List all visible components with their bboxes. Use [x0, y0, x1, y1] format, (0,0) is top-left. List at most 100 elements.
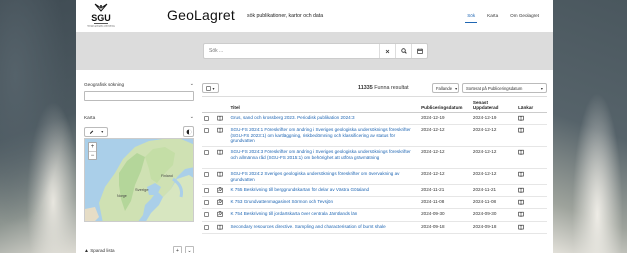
published-date: 2024-12-12 — [419, 124, 471, 148]
logo-text: SGU — [91, 13, 111, 23]
book-open-icon[interactable] — [518, 187, 524, 193]
column-published[interactable]: Publiceringsdatum — [419, 99, 471, 113]
layer-button[interactable] — [183, 126, 194, 137]
chevron-down-icon: ⌄ — [189, 81, 194, 87]
result-title-link[interactable]: K 753 Grundvattenmagasinet Sörmon och Te… — [230, 199, 333, 204]
book-open-icon[interactable] — [518, 127, 524, 134]
zoom-out-button[interactable]: − — [89, 151, 96, 159]
published-date: 2024-09-18 — [419, 221, 471, 235]
result-title-link[interactable]: SGU-FS 2024:3 Föreskrifter om ändring i … — [230, 149, 410, 159]
divider — [202, 96, 547, 97]
results-area: ▾ 11335 Funna resultat Fallande ▾ Sortera… — [202, 81, 547, 235]
draw-tool-button[interactable]: ▾ — [84, 126, 108, 137]
search-button[interactable] — [395, 44, 411, 58]
result-title-link[interactable]: K 755 Beskrivning till berggrundskartan … — [230, 187, 369, 192]
brand-title[interactable]: GeoLagret — [167, 7, 235, 23]
map-type-icon — [217, 199, 223, 205]
row-checkbox[interactable] — [204, 150, 209, 156]
table-row[interactable]: K 753 Grundvattenmagasinet Sörmon och Te… — [202, 196, 547, 210]
sgu-logo[interactable]: SGU Sveriges geologiska undersökning — [86, 2, 116, 31]
published-date: 2024-12-12 — [419, 168, 471, 185]
result-title-link[interactable]: Secondary resources directive. Sampling … — [230, 224, 385, 229]
nav-sok[interactable]: Sök — [461, 13, 481, 23]
saved-list-header[interactable]: ▲ Sparad lista + ⌄ — [84, 246, 194, 253]
book-type-icon — [217, 128, 223, 134]
row-checkbox[interactable] — [204, 172, 209, 178]
zoom-in-button[interactable]: + — [89, 143, 96, 151]
map-panel-header[interactable]: Karta ⌄ — [84, 114, 194, 120]
map-label-finland: Finland — [161, 174, 173, 178]
results-table: Titel Publiceringsdatum Senast Uppdatera… — [202, 99, 547, 235]
table-row[interactable]: SGU-FS 2024:1 Föreskrifter om ändring i … — [202, 124, 547, 148]
pencil-icon — [89, 130, 93, 134]
result-title-link[interactable]: Grus, sand och krossberg 2023. Periodisk… — [230, 115, 354, 120]
row-checkbox[interactable] — [204, 128, 209, 134]
results-rows: Grus, sand och krossberg 2023. Periodisk… — [202, 112, 547, 235]
updated-date: 2024-09-18 — [470, 221, 517, 235]
published-date: 2024-11-21 — [419, 184, 471, 198]
updated-date: 2024-09-30 — [470, 208, 517, 222]
background-left — [0, 0, 76, 253]
updated-date: 2024-12-19 — [470, 112, 517, 126]
book-open-icon[interactable] — [518, 115, 524, 121]
row-checkbox[interactable] — [204, 116, 209, 121]
published-date: 2024-12-19 — [419, 112, 471, 126]
search-input[interactable] — [204, 44, 379, 58]
table-row[interactable]: K 755 Beskrivning till berggrundskartan … — [202, 184, 547, 198]
page: SGU Sveriges geologiska undersökning Geo… — [76, 0, 553, 253]
saved-list-title: ▲ Sparad lista — [84, 248, 115, 253]
result-title-link[interactable]: SGU-FS 2024:2 Sveriges geologiska unders… — [230, 171, 399, 181]
book-open-icon[interactable] — [518, 211, 524, 218]
row-checkbox[interactable] — [204, 200, 209, 206]
nav-om-geolagret[interactable]: Om Geolagret — [504, 13, 545, 18]
geo-search-input[interactable] — [84, 91, 194, 101]
calendar-icon — [416, 48, 423, 54]
table-row[interactable]: SGU-FS 2024:3 Föreskrifter om ändring i … — [202, 146, 547, 170]
search-icon — [400, 48, 407, 54]
row-checkbox[interactable] — [204, 224, 209, 230]
table-row[interactable]: Secondary resources directive. Sampling … — [202, 221, 547, 235]
table-row[interactable]: K 754 Beskrivning till jordartskarta öve… — [202, 208, 547, 222]
map-view[interactable]: Sverige Finland Norge + − — [84, 138, 194, 222]
map-panel: Karta ⌄ ▾ Sverige Finland Norge + − — [84, 114, 194, 222]
map-tools: ▾ — [84, 126, 194, 137]
caret-down-icon: ▾ — [540, 85, 543, 91]
results-toolbar: ▾ 11335 Funna resultat Fallande ▾ Sortera… — [202, 81, 547, 95]
search-band — [76, 32, 553, 70]
map-panel-label: Karta — [84, 114, 96, 120]
column-title[interactable]: Titel — [228, 99, 420, 113]
saved-list-label: Sparad lista — [90, 247, 115, 253]
column-updated[interactable]: Senast Uppdaterad — [470, 99, 517, 113]
order-select-value: Fallande — [436, 85, 453, 91]
book-type-icon — [217, 224, 223, 230]
order-select[interactable]: Fallande ▾ — [432, 83, 459, 93]
book-open-icon[interactable] — [518, 171, 524, 178]
row-checkbox[interactable] — [204, 212, 209, 218]
map-type-icon — [217, 187, 223, 193]
nav-karta[interactable]: Karta — [481, 13, 504, 18]
checkbox-icon — [206, 86, 212, 91]
updated-date: 2024-12-12 — [470, 168, 517, 185]
add-to-list-button[interactable]: + — [173, 246, 182, 253]
filter-sidebar: Geografisk sökning ⌄ Karta ⌄ ▾ Sverige F… — [84, 81, 194, 222]
table-row[interactable]: SGU-FS 2024:2 Sveriges geologiska unders… — [202, 168, 547, 185]
result-title-link[interactable]: K 754 Beskrivning till jordartskarta öve… — [230, 211, 357, 216]
book-open-icon[interactable] — [518, 224, 524, 230]
book-open-icon[interactable] — [518, 199, 524, 206]
geo-search-header[interactable]: Geografisk sökning ⌄ — [84, 81, 194, 87]
clear-button[interactable] — [379, 44, 395, 58]
site-header: SGU Sveriges geologiska undersökning Geo… — [76, 0, 553, 32]
date-filter-button[interactable] — [411, 44, 427, 58]
result-title-link[interactable]: SGU-FS 2024:1 Föreskrifter om ändring i … — [230, 127, 410, 143]
table-row[interactable]: Grus, sand och krossberg 2023. Periodisk… — [202, 112, 547, 126]
brand-tagline: sök publikationer, kartor och data — [247, 13, 324, 19]
results-count-label: Funna resultat — [374, 85, 409, 91]
chevron-down-icon[interactable]: ⌄ — [185, 246, 194, 253]
select-all-dropdown[interactable]: ▾ — [202, 83, 219, 93]
column-links: Länkar — [516, 99, 547, 113]
row-checkbox[interactable] — [204, 187, 209, 193]
map-label-norge: Norge — [117, 194, 127, 198]
map-label-sverige: Sverige — [135, 187, 149, 192]
book-open-icon[interactable] — [518, 149, 524, 156]
sort-select[interactable]: Sorterat på Publiceringsdatum ▾ — [462, 83, 547, 93]
